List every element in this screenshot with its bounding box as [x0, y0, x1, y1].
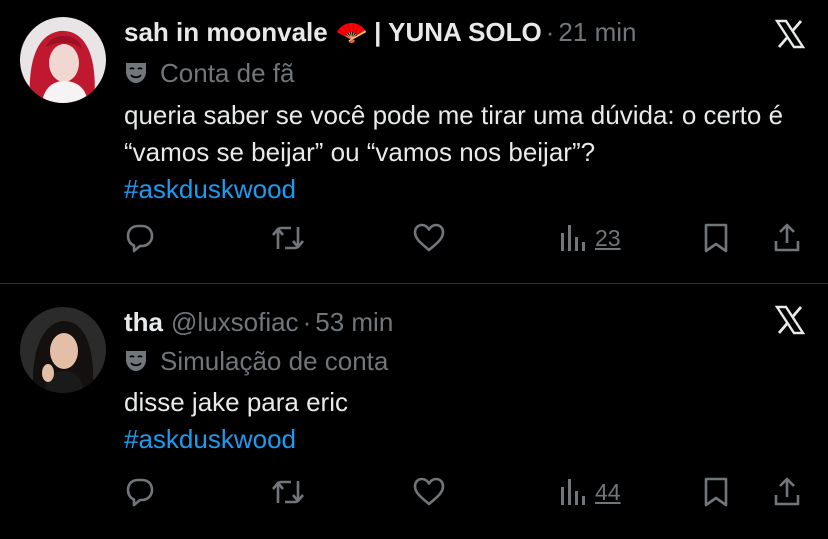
- tweet[interactable]: tha @luxsofiac · 53 min Simulação de con…: [0, 284, 828, 539]
- views-button[interactable]: 23: [559, 218, 621, 258]
- display-name[interactable]: sah in moonvale: [124, 17, 328, 48]
- handle[interactable]: @luxsofiac: [171, 307, 299, 338]
- display-name-suffix[interactable]: | YUNA SOLO: [374, 17, 542, 48]
- share-button[interactable]: [772, 218, 802, 258]
- tweet-text: disse jake para eric #askduskwood: [124, 384, 798, 458]
- separator-dot: ·: [302, 306, 312, 337]
- retweet-button[interactable]: [270, 218, 306, 258]
- account-label-text: Conta de fã: [160, 57, 295, 88]
- like-button[interactable]: [412, 218, 446, 258]
- views-icon: [561, 479, 585, 505]
- tweet-text: queria saber se você pode me tirar uma d…: [124, 97, 798, 208]
- reply-button[interactable]: [124, 472, 156, 512]
- timestamp[interactable]: 21 min: [558, 17, 636, 48]
- hashtag-link[interactable]: #askduskwood: [124, 171, 798, 208]
- timestamp[interactable]: 53 min: [315, 307, 393, 338]
- like-icon: [413, 477, 445, 506]
- display-name[interactable]: tha: [124, 307, 163, 338]
- views-button[interactable]: 44: [559, 472, 621, 512]
- bookmark-icon: [704, 477, 728, 507]
- bookmark-button[interactable]: [702, 218, 730, 258]
- mask-icon: [126, 351, 146, 371]
- retweet-icon: [272, 226, 304, 250]
- action-bar: 44: [124, 472, 810, 512]
- tweet-body: queria saber se você pode me tirar uma d…: [124, 100, 784, 167]
- mask-icon: [126, 63, 146, 83]
- retweet-button[interactable]: [270, 472, 306, 512]
- account-label: Conta de fã: [124, 56, 294, 90]
- like-button[interactable]: [412, 472, 446, 512]
- reply-button[interactable]: [124, 218, 156, 258]
- bookmark-icon: [704, 223, 728, 253]
- share-icon: [774, 223, 800, 252]
- reply-icon: [126, 224, 154, 253]
- share-button[interactable]: [772, 472, 802, 512]
- account-label-text: Simulação de conta: [160, 345, 389, 376]
- views-icon: [561, 225, 585, 251]
- views-count[interactable]: 44: [595, 479, 621, 506]
- share-icon: [774, 477, 800, 506]
- hashtag-link[interactable]: #askduskwood: [124, 421, 798, 458]
- action-bar: 23: [124, 218, 810, 258]
- tweet-body: disse jake para eric: [124, 387, 348, 417]
- reply-icon: [126, 478, 154, 507]
- fan-emoji: 🪭: [335, 16, 369, 47]
- bookmark-button[interactable]: [702, 472, 730, 512]
- avatar[interactable]: [20, 17, 106, 103]
- x-logo-icon[interactable]: [774, 18, 806, 50]
- retweet-icon: [272, 480, 304, 504]
- tweet[interactable]: sah in moonvale 🪭 | YUNA SOLO · 21 min C…: [0, 0, 828, 283]
- separator-dot: ·: [545, 16, 555, 47]
- views-count[interactable]: 23: [595, 225, 621, 252]
- like-icon: [413, 223, 445, 252]
- avatar[interactable]: [20, 307, 106, 393]
- account-label: Simulação de conta: [124, 344, 388, 378]
- x-logo-icon[interactable]: [774, 304, 806, 336]
